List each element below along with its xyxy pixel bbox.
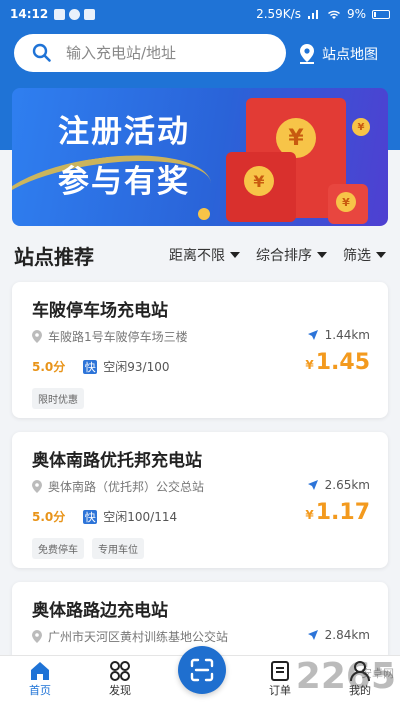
- station-map-button[interactable]: 站点地图: [298, 40, 378, 68]
- notification-icon: [54, 8, 66, 20]
- station-distance: 1.44km: [307, 328, 370, 342]
- watermark-subtext: 安卓网: [361, 667, 394, 680]
- location-pin-icon: [32, 330, 42, 343]
- station-score: 5.0分: [32, 510, 66, 524]
- station-name: 车陂停车场充电站: [32, 301, 168, 321]
- fast-charge-badge: 快: [83, 359, 98, 374]
- station-availability: 空闲100/114: [103, 510, 178, 524]
- coin-icon: ¥: [336, 192, 356, 212]
- tab-discover[interactable]: 发现: [90, 660, 150, 698]
- coin-decoration-icon: [198, 208, 210, 220]
- tab-orders-label: 订单: [269, 684, 291, 697]
- navigation-arrow-icon: [307, 480, 318, 490]
- message-icon: [69, 8, 81, 20]
- dropdown-arrow-icon: [376, 252, 386, 258]
- station-card[interactable]: 车陂停车场充电站 车陂路1号车陂停车场三楼 1.44km 5.0分 快 空闲93…: [12, 282, 388, 418]
- station-address: 车陂路1号车陂停车场三楼: [32, 328, 188, 345]
- search-input[interactable]: [66, 44, 266, 62]
- station-distance: 2.84km: [307, 628, 370, 642]
- scan-icon: [190, 658, 214, 682]
- station-name: 奥体南路优托邦充电站: [32, 451, 202, 471]
- status-bar: 14:12 2.59K/s 9%: [0, 0, 400, 28]
- app-icon: [84, 8, 96, 20]
- station-address: 奥体南路（优托邦）公交总站: [32, 478, 204, 495]
- battery-icon: [372, 9, 390, 19]
- coin-icon: ¥: [244, 166, 274, 196]
- battery-text: 9%: [346, 7, 366, 21]
- location-pin-icon: [32, 630, 42, 643]
- station-info-row: 5.0分 快 空闲100/114: [32, 508, 177, 525]
- fast-charge-badge: 快: [83, 509, 98, 524]
- location-pin-icon: [300, 44, 314, 64]
- banner-title-line2: 参与有奖: [58, 164, 190, 200]
- station-availability: 空闲93/100: [103, 360, 170, 374]
- location-pin-icon: [32, 480, 42, 493]
- network-speed: 2.59K/s: [256, 7, 301, 21]
- dropdown-arrow-icon: [230, 252, 240, 258]
- station-score: 5.0分: [32, 360, 66, 374]
- section-header: 站点推荐 距离不限 综合排序 筛选: [14, 240, 386, 270]
- station-price: ¥ 1.45: [305, 350, 370, 375]
- station-tags: 免费停车 专用车位: [32, 538, 144, 559]
- filter-more[interactable]: 筛选: [343, 245, 386, 265]
- station-name: 奥体路路边充电站: [32, 601, 168, 621]
- station-distance: 2.65km: [307, 478, 370, 492]
- banner-title-line1: 注册活动: [58, 114, 190, 150]
- status-notification-icons: [54, 8, 96, 20]
- tab-discover-label: 发现: [109, 684, 131, 697]
- filter-sort[interactable]: 综合排序: [256, 245, 327, 265]
- station-tag: 限时优惠: [32, 388, 84, 409]
- station-address: 广州市天河区黄村训练基地公交站: [32, 628, 228, 645]
- station-tags: 限时优惠: [32, 388, 84, 409]
- search-bar[interactable]: [14, 34, 286, 72]
- station-tag: 免费停车: [32, 538, 84, 559]
- station-info-row: 5.0分 快 空闲93/100: [32, 358, 169, 375]
- filter-distance[interactable]: 距离不限: [169, 245, 240, 265]
- section-title: 站点推荐: [14, 244, 94, 269]
- signal-icon: [307, 10, 318, 19]
- dropdown-arrow-icon: [317, 252, 327, 258]
- filter-bar: 距离不限 综合排序 筛选: [169, 245, 386, 265]
- status-time: 14:12: [10, 7, 49, 21]
- wifi-icon: [327, 10, 340, 19]
- promo-banner[interactable]: 注册活动 参与有奖 ¥ ¥ ¥ ¥: [12, 88, 388, 226]
- search-icon: [32, 43, 51, 62]
- orders-icon: [271, 661, 289, 681]
- navigation-arrow-icon: [307, 630, 318, 640]
- station-price: ¥ 1.17: [305, 500, 370, 525]
- home-icon: [31, 662, 49, 680]
- tab-home-label: 首页: [29, 684, 51, 697]
- tab-home[interactable]: 首页: [10, 660, 70, 698]
- scan-button[interactable]: [178, 646, 226, 694]
- navigation-arrow-icon: [307, 330, 318, 340]
- station-map-label: 站点地图: [322, 47, 378, 63]
- station-tag: 专用车位: [92, 538, 144, 559]
- station-card[interactable]: 奥体南路优托邦充电站 奥体南路（优托邦）公交总站 2.65km 5.0分 快 空…: [12, 432, 388, 568]
- discover-icon: [110, 661, 130, 681]
- coin-icon: ¥: [352, 118, 370, 136]
